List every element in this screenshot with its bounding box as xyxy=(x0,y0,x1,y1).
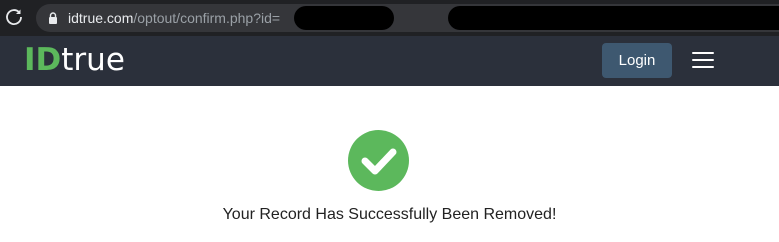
login-button[interactable]: Login xyxy=(602,43,672,78)
redaction-block xyxy=(294,6,394,30)
hamburger-menu-icon[interactable] xyxy=(692,52,714,68)
address-bar[interactable]: idtrue.com/optout/confirm.php?id= xyxy=(36,4,779,32)
reload-icon[interactable] xyxy=(4,7,24,27)
menu-bar xyxy=(692,59,714,61)
url-text[interactable]: idtrue.com/optout/confirm.php?id= xyxy=(68,10,280,26)
logo-id-text: ID xyxy=(24,42,62,78)
redaction-block xyxy=(448,6,779,30)
logo-true-text: true xyxy=(61,42,125,78)
checkmark-icon xyxy=(361,148,397,175)
url-path: /optout/confirm.php?id= xyxy=(133,10,281,26)
checkmark-circle-icon xyxy=(348,130,409,191)
browser-toolbar: idtrue.com/optout/confirm.php?id= xyxy=(0,0,779,36)
success-message: Your Record Has Successfully Been Remove… xyxy=(222,206,557,223)
lock-icon[interactable] xyxy=(48,12,58,24)
url-host: idtrue.com xyxy=(68,10,134,26)
site-logo[interactable]: IDtrue xyxy=(24,42,125,78)
site-navbar: IDtrue Login xyxy=(0,36,779,86)
menu-bar xyxy=(692,52,714,54)
menu-bar xyxy=(692,66,714,68)
